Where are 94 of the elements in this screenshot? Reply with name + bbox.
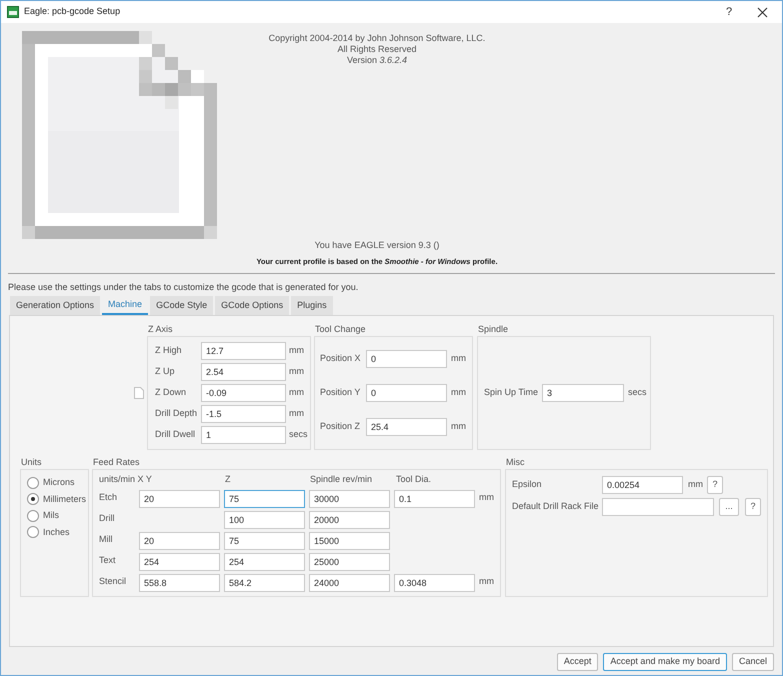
eagle-version-text: You have EAGLE version 9.3 () [314,239,440,252]
group-title: Tool Change [314,323,367,336]
field-label: Drill Depth [155,407,198,420]
group-title: Units [20,456,43,469]
input-field[interactable]: 100 [224,510,305,528]
app-icon [7,6,19,18]
unit-label: mm [451,352,466,366]
input-field[interactable]: 0.3048 [394,574,475,592]
input-field[interactable]: 15000 [309,532,390,550]
input-field[interactable]: 12.7 [201,342,286,360]
tab[interactable]: GCode Options [215,296,290,315]
input-field[interactable]: 2.54 [201,363,286,381]
unit-label: mm [289,386,304,400]
input-field[interactable]: 0 [366,384,447,402]
dialog-button[interactable]: Accept and make my board [603,653,727,671]
radio-button[interactable] [27,526,39,538]
unit-label: mm [289,344,304,358]
input-field[interactable]: 20000 [309,510,390,528]
unit-label: mm [479,574,494,588]
input-field[interactable]: 584.2 [224,574,305,592]
unit-label: mm [479,490,494,504]
radio-button[interactable] [27,493,39,506]
input-field[interactable]: 0 [366,350,447,368]
input-field[interactable]: 20 [139,490,220,508]
column-header: Spindle rev/min [310,473,374,486]
help-button[interactable]: ? [719,4,739,20]
unit-label: mm [289,407,304,420]
input-field[interactable] [602,498,714,516]
tab[interactable]: Plugins [291,296,333,315]
input-field[interactable]: -0.09 [201,384,286,402]
input-field[interactable]: 30000 [309,490,390,508]
column-header: units/min X Y [99,473,153,486]
field-label: Z High [155,344,183,358]
window-title: Eagle: pcb-gcode Setup [24,5,120,18]
input-field[interactable]: 1 [201,426,286,444]
column-header: Tool Dia. [396,473,432,486]
field-label: Etch [99,490,118,504]
input-field[interactable]: 25000 [309,552,390,570]
rights-text: All Rights Reserved [337,44,416,55]
input-field[interactable]: 3 [542,384,624,402]
unit-label: mm [688,478,703,492]
close-icon[interactable] [757,6,768,18]
field-label: Z Down [155,386,188,400]
tab[interactable]: GCode Style [150,296,214,315]
radio-label: Microns [43,476,75,489]
input-field[interactable]: 25.4 [366,418,447,436]
field-label: Text [99,554,117,567]
document-icon [134,387,144,399]
tab[interactable]: Generation Options [10,296,100,315]
field-label: Position Y [320,386,362,400]
field-label: Z Up [155,365,176,378]
unit-label: mm [289,365,304,378]
field-label: Mill [99,532,114,546]
field-label: Epsilon [512,478,543,492]
radio-button[interactable] [27,510,39,522]
field-label: Position Z [320,420,362,434]
input-field[interactable]: 558.8 [139,574,220,592]
field-label: Default Drill Rack File [512,500,600,514]
dialog-button[interactable]: Cancel [732,653,774,671]
input-field[interactable]: 0.1 [394,490,475,508]
radio-label: Mils [43,509,59,522]
input-field[interactable]: 254 [139,552,220,570]
field-label: Drill [99,512,116,525]
input-field[interactable]: 75 [224,532,305,550]
group-title: Spindle [477,323,510,336]
dialog-button[interactable]: Accept [556,653,598,671]
field-label: Stencil [99,574,128,588]
field-label: Position X [320,352,362,366]
version-text: Version 3.6.2.4 [346,55,408,66]
help-button[interactable]: ? [707,476,723,494]
field-label: Spin Up Time [484,386,540,400]
radio-label: Inches [43,526,70,538]
input-field[interactable]: 254 [224,552,305,570]
browse-button[interactable]: ... [719,498,739,516]
input-field[interactable]: -1.5 [201,405,286,423]
field-label: Drill Dwell [155,428,196,442]
copyright-text: Copyright 2004-2014 by John Johnson Software, LLC. [268,33,486,44]
column-header: Z [225,473,232,486]
document-icon [22,31,217,239]
help-button[interactable]: ? [745,498,761,516]
input-field[interactable]: 24000 [309,574,390,592]
input-field[interactable]: 0.00254 [602,476,683,494]
unit-label: mm [451,386,466,400]
radio-button[interactable] [27,476,39,489]
group-title: Z Axis [147,323,174,336]
unit-label: mm [451,420,466,434]
group-title: Misc [505,456,526,469]
radio-label: Millimeters [43,492,86,506]
group-title: Feed Rates [92,456,141,469]
unit-label: secs [289,428,308,442]
input-field[interactable]: 75 [224,490,305,508]
unit-label: secs [628,386,647,400]
instructions-text: Please use the settings under the tabs to customize the gcode that is generated for you. [8,282,358,293]
input-field[interactable]: 20 [139,532,220,550]
